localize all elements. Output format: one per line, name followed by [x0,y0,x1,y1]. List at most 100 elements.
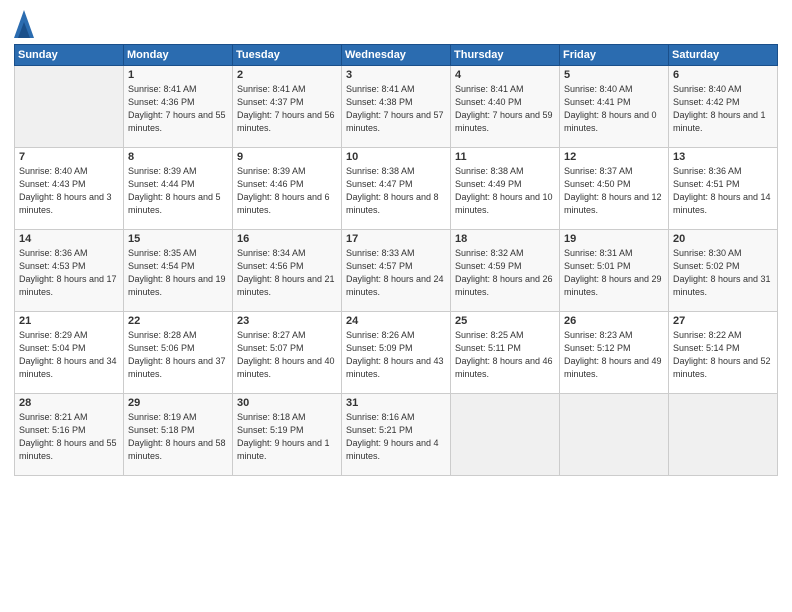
day-number: 31 [346,397,446,409]
day-info: Sunrise: 8:19 AMSunset: 5:18 PMDaylight:… [128,411,228,463]
calendar-week-row: 28 Sunrise: 8:21 AMSunset: 5:16 PMDayligh… [15,394,778,476]
day-info: Sunrise: 8:21 AMSunset: 5:16 PMDaylight:… [19,411,119,463]
day-number: 6 [673,69,773,81]
day-number: 13 [673,151,773,163]
calendar-cell: 23 Sunrise: 8:27 AMSunset: 5:07 PMDayligh… [233,312,342,394]
day-info: Sunrise: 8:40 AMSunset: 4:41 PMDaylight:… [564,83,664,135]
calendar-cell [15,66,124,148]
day-number: 20 [673,233,773,245]
day-info: Sunrise: 8:31 AMSunset: 5:01 PMDaylight:… [564,247,664,299]
calendar-cell: 4 Sunrise: 8:41 AMSunset: 4:40 PMDaylight… [451,66,560,148]
logo [14,14,36,38]
calendar-cell: 20 Sunrise: 8:30 AMSunset: 5:02 PMDayligh… [669,230,778,312]
calendar-cell: 10 Sunrise: 8:38 AMSunset: 4:47 PMDayligh… [342,148,451,230]
calendar-cell: 21Sunrise: 8:29 AMSunset: 5:04 PMDayligh… [15,312,124,394]
calendar-cell [560,394,669,476]
day-info: Sunrise: 8:22 AMSunset: 5:14 PMDaylight:… [673,329,773,381]
calendar-cell: 7 Sunrise: 8:40 AMSunset: 4:43 PMDaylight… [15,148,124,230]
calendar-week-row: 14 Sunrise: 8:36 AMSunset: 4:53 PMDayligh… [15,230,778,312]
day-info: Sunrise: 8:41 AMSunset: 4:40 PMDaylight:… [455,83,555,135]
day-info: Sunrise: 8:27 AMSunset: 5:07 PMDaylight:… [237,329,337,381]
day-number: 7 [19,151,119,163]
day-info: Sunrise: 8:35 AMSunset: 4:54 PMDaylight:… [128,247,228,299]
calendar-cell: 11 Sunrise: 8:38 AMSunset: 4:49 PMDayligh… [451,148,560,230]
calendar-cell: 2 Sunrise: 8:41 AMSunset: 4:37 PMDaylight… [233,66,342,148]
day-number: 30 [237,397,337,409]
calendar-cell: 13 Sunrise: 8:36 AMSunset: 4:51 PMDayligh… [669,148,778,230]
day-number: 1 [128,69,228,81]
calendar-cell: 9 Sunrise: 8:39 AMSunset: 4:46 PMDaylight… [233,148,342,230]
day-info: Sunrise: 8:39 AMSunset: 4:44 PMDaylight:… [128,165,228,217]
day-number: 9 [237,151,337,163]
day-number: 3 [346,69,446,81]
day-number: 10 [346,151,446,163]
calendar-week-row: 21Sunrise: 8:29 AMSunset: 5:04 PMDayligh… [15,312,778,394]
day-number: 25 [455,315,555,327]
day-info: Sunrise: 8:29 AMSunset: 5:04 PMDaylight:… [19,329,119,381]
day-info: Sunrise: 8:18 AMSunset: 5:19 PMDaylight:… [237,411,337,463]
day-number: 4 [455,69,555,81]
weekday-header: Saturday [669,45,778,66]
calendar-cell: 25 Sunrise: 8:25 AMSunset: 5:11 PMDayligh… [451,312,560,394]
calendar-cell: 30 Sunrise: 8:18 AMSunset: 5:19 PMDayligh… [233,394,342,476]
calendar-table: SundayMondayTuesdayWednesdayThursdayFrid… [14,44,778,476]
day-number: 22 [128,315,228,327]
day-info: Sunrise: 8:16 AMSunset: 5:21 PMDaylight:… [346,411,446,463]
calendar-cell: 12 Sunrise: 8:37 AMSunset: 4:50 PMDayligh… [560,148,669,230]
calendar-cell: 5 Sunrise: 8:40 AMSunset: 4:41 PMDaylight… [560,66,669,148]
day-number: 29 [128,397,228,409]
calendar-week-row: 7 Sunrise: 8:40 AMSunset: 4:43 PMDaylight… [15,148,778,230]
logo-icon [14,10,34,38]
day-info: Sunrise: 8:36 AMSunset: 4:51 PMDaylight:… [673,165,773,217]
day-info: Sunrise: 8:32 AMSunset: 4:59 PMDaylight:… [455,247,555,299]
day-info: Sunrise: 8:38 AMSunset: 4:47 PMDaylight:… [346,165,446,217]
day-number: 26 [564,315,664,327]
day-info: Sunrise: 8:40 AMSunset: 4:43 PMDaylight:… [19,165,119,217]
day-info: Sunrise: 8:33 AMSunset: 4:57 PMDaylight:… [346,247,446,299]
calendar-cell: 3Sunrise: 8:41 AMSunset: 4:38 PMDaylight… [342,66,451,148]
weekday-header: Tuesday [233,45,342,66]
day-number: 14 [19,233,119,245]
calendar-cell: 16 Sunrise: 8:34 AMSunset: 4:56 PMDayligh… [233,230,342,312]
calendar-header-row: SundayMondayTuesdayWednesdayThursdayFrid… [15,45,778,66]
calendar-cell [669,394,778,476]
calendar-week-row: 1 Sunrise: 8:41 AMSunset: 4:36 PMDaylight… [15,66,778,148]
day-number: 23 [237,315,337,327]
day-number: 2 [237,69,337,81]
day-info: Sunrise: 8:23 AMSunset: 5:12 PMDaylight:… [564,329,664,381]
calendar-cell: 17Sunrise: 8:33 AMSunset: 4:57 PMDayligh… [342,230,451,312]
day-info: Sunrise: 8:37 AMSunset: 4:50 PMDaylight:… [564,165,664,217]
day-number: 18 [455,233,555,245]
calendar-cell: 15Sunrise: 8:35 AMSunset: 4:54 PMDayligh… [124,230,233,312]
calendar-cell: 26 Sunrise: 8:23 AMSunset: 5:12 PMDayligh… [560,312,669,394]
weekday-header: Friday [560,45,669,66]
calendar-cell: 18 Sunrise: 8:32 AMSunset: 4:59 PMDayligh… [451,230,560,312]
day-info: Sunrise: 8:36 AMSunset: 4:53 PMDaylight:… [19,247,119,299]
day-info: Sunrise: 8:41 AMSunset: 4:36 PMDaylight:… [128,83,228,135]
calendar-cell: 22 Sunrise: 8:28 AMSunset: 5:06 PMDayligh… [124,312,233,394]
day-number: 11 [455,151,555,163]
calendar-cell: 29 Sunrise: 8:19 AMSunset: 5:18 PMDayligh… [124,394,233,476]
calendar-cell: 28 Sunrise: 8:21 AMSunset: 5:16 PMDayligh… [15,394,124,476]
calendar-cell: 14 Sunrise: 8:36 AMSunset: 4:53 PMDayligh… [15,230,124,312]
day-info: Sunrise: 8:38 AMSunset: 4:49 PMDaylight:… [455,165,555,217]
day-number: 8 [128,151,228,163]
calendar-cell: 27 Sunrise: 8:22 AMSunset: 5:14 PMDayligh… [669,312,778,394]
calendar-cell: 6Sunrise: 8:40 AMSunset: 4:42 PMDaylight… [669,66,778,148]
day-number: 27 [673,315,773,327]
calendar-cell: 31 Sunrise: 8:16 AMSunset: 5:21 PMDayligh… [342,394,451,476]
day-info: Sunrise: 8:30 AMSunset: 5:02 PMDaylight:… [673,247,773,299]
day-number: 5 [564,69,664,81]
day-number: 16 [237,233,337,245]
day-info: Sunrise: 8:34 AMSunset: 4:56 PMDaylight:… [237,247,337,299]
day-info: Sunrise: 8:39 AMSunset: 4:46 PMDaylight:… [237,165,337,217]
day-number: 28 [19,397,119,409]
day-number: 24 [346,315,446,327]
calendar-cell: 19Sunrise: 8:31 AMSunset: 5:01 PMDayligh… [560,230,669,312]
day-info: Sunrise: 8:28 AMSunset: 5:06 PMDaylight:… [128,329,228,381]
weekday-header: Wednesday [342,45,451,66]
day-info: Sunrise: 8:41 AMSunset: 4:37 PMDaylight:… [237,83,337,135]
day-number: 12 [564,151,664,163]
calendar-body: 1 Sunrise: 8:41 AMSunset: 4:36 PMDaylight… [15,66,778,476]
day-info: Sunrise: 8:25 AMSunset: 5:11 PMDaylight:… [455,329,555,381]
